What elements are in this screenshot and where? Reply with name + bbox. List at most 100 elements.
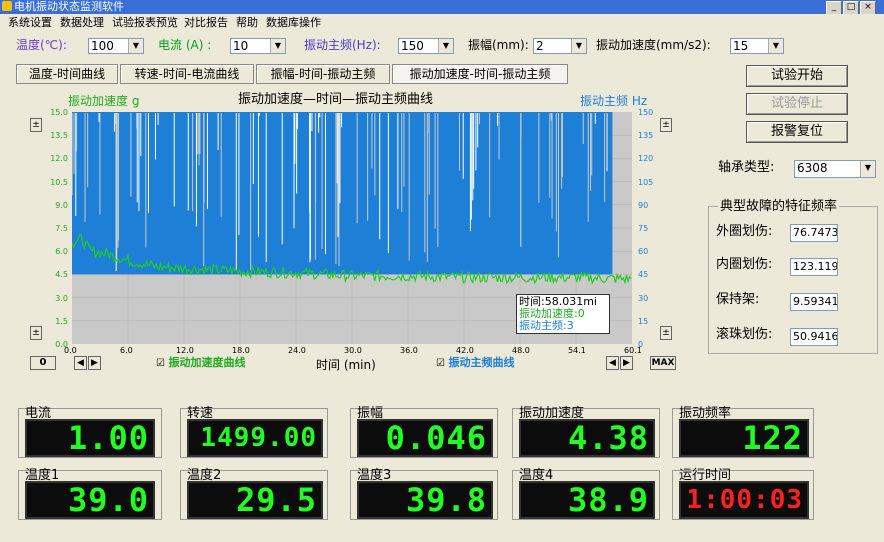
- scroll-right-icon[interactable]: ▶: [88, 356, 101, 370]
- right-axis-scale-control[interactable]: ±: [660, 118, 672, 132]
- current-threshold-select[interactable]: 10 ▼: [230, 38, 286, 54]
- readout-temp1: 温度1 39.0: [18, 469, 162, 520]
- readout-amplitude: 振幅 0.046: [350, 407, 498, 458]
- right-tick-label: 45: [638, 270, 649, 280]
- x-tick-label: 30.0: [344, 346, 362, 355]
- menu-bar: 系统设置 数据处理 试验报表预览 对比报告 帮助 数据库操作: [0, 14, 884, 32]
- left-tick-label: 4.5: [55, 270, 68, 280]
- left-tick-label: 10.5: [50, 177, 68, 187]
- chevron-down-icon: ▼: [571, 39, 586, 53]
- x-tick-label: 18.0: [232, 346, 250, 355]
- readout-current-value: 1.00: [25, 419, 155, 457]
- menu-database[interactable]: 数据库操作: [266, 16, 321, 30]
- scroll-left-icon[interactable]: ◀: [74, 356, 87, 370]
- cursor-freq: 振动主频:3: [519, 319, 574, 332]
- readout-freq: 振动频率 122: [672, 407, 814, 458]
- freq-threshold-label: 振动主频(Hz):: [304, 38, 381, 52]
- readout-speed: 转速 1499.00: [180, 407, 328, 458]
- legend-freq-check[interactable]: ☑ 振动主频曲线: [436, 355, 514, 372]
- menu-report-preview[interactable]: 试验报表预览: [112, 16, 178, 30]
- x-tick-label: 6.0: [120, 346, 133, 355]
- stop-test-button[interactable]: 试验停止: [746, 93, 848, 115]
- maximize-button[interactable]: □: [843, 1, 859, 15]
- close-button[interactable]: ×: [860, 1, 876, 15]
- cage-label: 保持架:: [716, 292, 760, 307]
- chevron-down-icon: ▼: [438, 39, 453, 53]
- x-tick-label: 0.0: [64, 346, 77, 355]
- tab-temperature-time[interactable]: 温度-时间曲线: [16, 64, 118, 84]
- scroll-left-icon[interactable]: ◀: [606, 356, 619, 370]
- amplitude-threshold-select[interactable]: 2 ▼: [533, 38, 587, 54]
- readout-temp1-value: 39.0: [25, 481, 155, 519]
- right-tick-label: 135: [638, 131, 654, 141]
- menu-data-processing[interactable]: 数据处理: [60, 16, 104, 30]
- temp-threshold-select[interactable]: 100 ▼: [88, 38, 144, 54]
- x-axis-label: 时间 (min): [316, 358, 376, 372]
- left-tick-label: 6.0: [55, 247, 68, 257]
- left-axis-offset-control[interactable]: ±: [30, 326, 42, 340]
- outer-race-field: 76.7473: [790, 224, 838, 242]
- x-max-button[interactable]: MAX: [650, 356, 676, 370]
- legend-freq-label: 振动主频曲线: [448, 356, 515, 369]
- x-tick-label: 24.0: [288, 346, 306, 355]
- tab-accel-time-freq[interactable]: 振动加速度-时间-振动主频: [392, 64, 568, 84]
- readout-speed-value: 1499.00: [187, 419, 323, 457]
- freq-series-band: [72, 112, 613, 275]
- window-title: 电机振动状态监测软件: [14, 0, 124, 13]
- right-axis-label: 振动主频 Hz: [580, 94, 648, 108]
- readout-accel-value: 4.38: [519, 419, 655, 457]
- readout-temp3: 温度3 39.8: [350, 469, 498, 520]
- fault-frequency-title: 典型故障的特征频率: [718, 199, 840, 215]
- legend-accel-label: 振动加速度曲线: [168, 356, 246, 369]
- readout-temp4-value: 38.9: [519, 481, 655, 519]
- left-axis-scale-control[interactable]: ±: [30, 118, 42, 132]
- chevron-down-icon: ▼: [128, 39, 143, 53]
- right-tick-label: 120: [638, 154, 654, 164]
- chart-title: 振动加速度—时间—振动主频曲线: [238, 92, 434, 107]
- left-tick-label: 13.5: [50, 131, 68, 141]
- readout-amplitude-value: 0.046: [357, 419, 493, 457]
- readout-freq-value: 122: [679, 419, 809, 457]
- bearing-type-select[interactable]: 6308 ▼: [794, 160, 876, 178]
- readout-temp2-value: 29.5: [187, 481, 323, 519]
- right-tick-label: 90: [638, 200, 649, 210]
- inner-race-label: 内圈划伤:: [716, 257, 773, 272]
- readout-runtime: 运行时间 1:00:03: [672, 469, 814, 520]
- chevron-down-icon: ▼: [270, 39, 285, 53]
- right-tick-label: 105: [638, 177, 654, 187]
- scroll-right-icon[interactable]: ▶: [620, 356, 633, 370]
- readout-temp4: 温度4 38.9: [512, 469, 660, 520]
- right-axis-offset-control[interactable]: ±: [660, 326, 672, 340]
- freq-threshold-select[interactable]: 150 ▼: [398, 38, 454, 54]
- legend-accel-check[interactable]: ☑ 振动加速度曲线: [156, 355, 245, 372]
- alarm-reset-button[interactable]: 报警复位: [746, 121, 848, 143]
- readout-temp2: 温度2 29.5: [180, 469, 328, 520]
- chevron-down-icon: ▼: [860, 161, 875, 177]
- minimize-button[interactable]: _: [826, 1, 842, 15]
- amplitude-threshold-label: 振幅(mm):: [468, 38, 529, 52]
- start-test-button[interactable]: 试验开始: [746, 65, 848, 87]
- x-tick-label: 54.1: [568, 346, 586, 355]
- left-tick-label: 12.0: [50, 154, 68, 164]
- right-tick-label: 60: [638, 247, 649, 257]
- tab-speed-time-current[interactable]: 转速-时间-电流曲线: [120, 64, 254, 84]
- tab-amplitude-time-freq[interactable]: 振幅-时间-振动主频: [256, 64, 390, 84]
- menu-system-settings[interactable]: 系统设置: [8, 16, 52, 30]
- accel-threshold-select[interactable]: 15 ▼: [730, 38, 784, 54]
- temp-threshold-label: 温度(℃):: [16, 38, 67, 52]
- menu-compare-report[interactable]: 对比报告: [184, 16, 228, 30]
- readout-runtime-value: 1:00:03: [679, 481, 809, 519]
- x-zero-button[interactable]: 0: [30, 356, 56, 370]
- current-threshold-label: 电流 (A) :: [158, 38, 212, 52]
- right-tick-label: 75: [638, 224, 649, 233]
- right-tick-label: 15: [638, 316, 649, 326]
- x-tick-label: 60.1: [624, 346, 642, 355]
- ball-field: 50.9416: [790, 328, 838, 346]
- menu-help[interactable]: 帮助: [236, 16, 258, 30]
- outer-race-label: 外圈划伤:: [716, 224, 773, 239]
- right-tick-label: 30: [638, 293, 649, 303]
- cage-field: 9.59341: [790, 293, 838, 311]
- left-tick-label: 3.0: [55, 293, 68, 303]
- title-bar: 电机振动状态监测软件 _ □ ×: [0, 0, 884, 15]
- left-tick-label: 1.5: [55, 316, 68, 326]
